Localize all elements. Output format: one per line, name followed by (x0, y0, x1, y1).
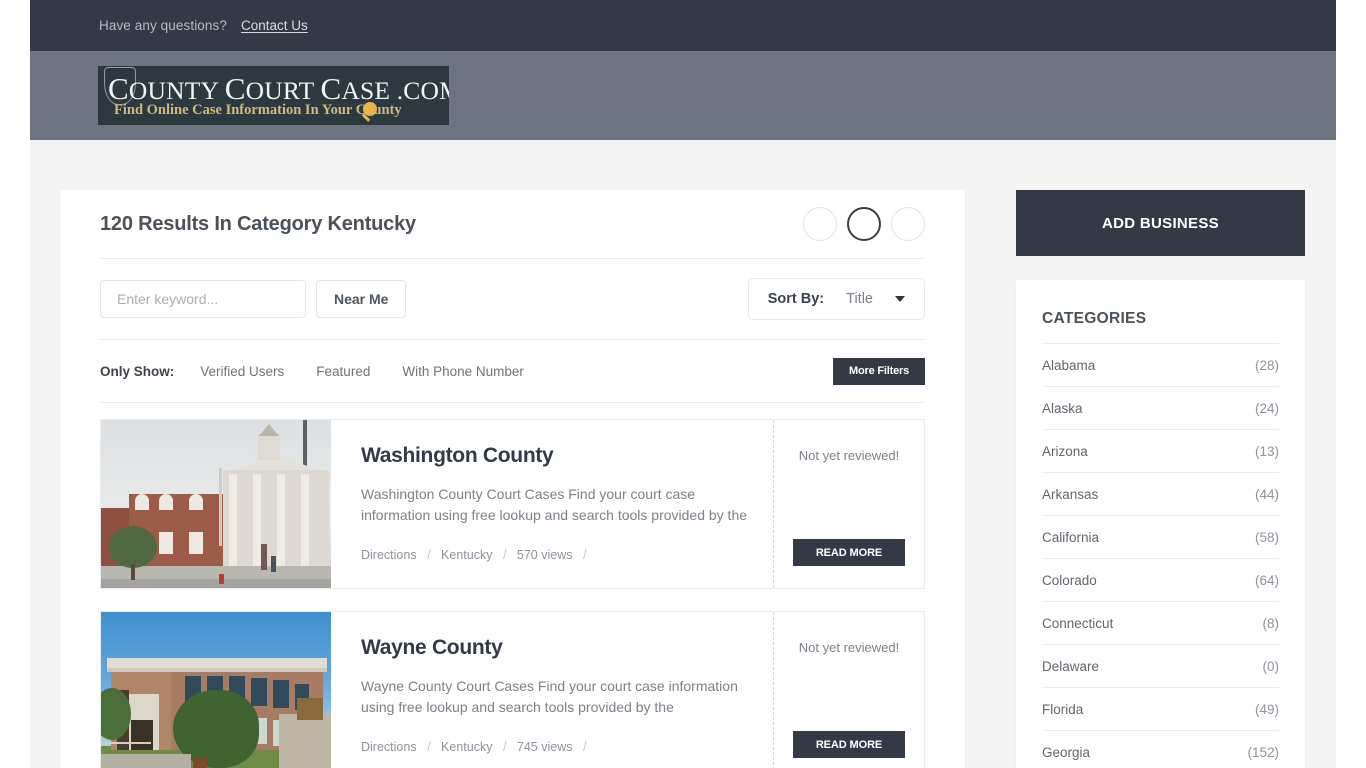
directions-link[interactable]: Directions (361, 548, 417, 562)
category-name: Alaska (1042, 400, 1083, 416)
near-me-button[interactable]: Near Me (316, 280, 407, 318)
results-panel: 120 Results In Category Kentucky Near Me… (60, 190, 965, 768)
category-name: Colorado (1042, 572, 1097, 588)
listing-description: Washington County Court Cases Find your … (361, 486, 748, 523)
site-header: COUNTY COURT CASE .COM Find Online Case … (30, 51, 1336, 140)
contact-us-link[interactable]: Contact Us (241, 18, 308, 33)
read-more-button[interactable]: READ MORE (793, 539, 905, 566)
sidebar-item-colorado[interactable]: Colorado (64) (1042, 559, 1279, 602)
results-header: 120 Results In Category Kentucky (100, 190, 925, 258)
filter-bar: Only Show: Verified Users Featured With … (100, 340, 925, 402)
listing-description: Wayne County Court Cases Find your court… (361, 678, 738, 715)
magnifier-icon (361, 102, 385, 122)
list-view-toggle[interactable] (847, 207, 881, 241)
sort-by-dropdown[interactable]: Sort By: Title (747, 278, 925, 320)
listing-thumbnail-image[interactable] (101, 612, 331, 768)
site-logo[interactable]: COUNTY COURT CASE .COM Find Online Case … (98, 66, 449, 125)
sort-by-label: Sort By: (767, 291, 825, 307)
listing-state[interactable]: Kentucky (441, 548, 492, 562)
category-count: (49) (1254, 701, 1279, 717)
sidebar-item-florida[interactable]: Florida (49) (1042, 688, 1279, 731)
category-count: (28) (1254, 357, 1279, 373)
category-name: Georgia (1042, 745, 1091, 760)
category-count: (8) (1262, 615, 1280, 631)
sort-by-value: Title (846, 291, 873, 307)
listing-views: 570 views (516, 548, 573, 562)
filter-with-phone-number[interactable]: With Phone Number (402, 364, 524, 379)
top-utility-bar: Have any questions? Contact Us (30, 0, 1336, 51)
listing-actions: Not yet reviewed! READ MORE (774, 612, 924, 768)
listing-content: Wayne County Wayne County Court Cases Fi… (331, 612, 774, 768)
category-count: (44) (1254, 486, 1279, 502)
listing-content: Washington County Washington County Cour… (331, 420, 774, 588)
search-input[interactable] (100, 280, 306, 318)
sidebar-item-connecticut[interactable]: Connecticut (8) (1042, 602, 1279, 645)
listings-list: Washington County Washington County Cour… (100, 403, 925, 768)
review-status: Not yet reviewed! (798, 640, 900, 655)
filter-verified-users[interactable]: Verified Users (200, 364, 284, 379)
map-view-toggle[interactable] (891, 207, 925, 241)
list-item[interactable]: Washington County Washington County Cour… (100, 419, 925, 589)
category-name: Alabama (1042, 357, 1096, 373)
categories-widget: CATEGORIES Alabama (28) Alaska (24) Ariz… (1016, 280, 1305, 768)
logo-tagline: Find Online Case Information In Your Cou… (114, 102, 402, 118)
categories-title: CATEGORIES (1042, 310, 1279, 344)
listing-actions: Not yet reviewed! READ MORE (774, 420, 924, 588)
sidebar-item-alabama[interactable]: Alabama (28) (1042, 344, 1279, 387)
list-item[interactable]: Wayne County Wayne County Court Cases Fi… (100, 611, 925, 768)
category-name: Florida (1042, 701, 1084, 717)
page-root: Have any questions? Contact Us COUNTY CO… (0, 0, 1366, 768)
category-name: California (1042, 529, 1100, 545)
listing-title[interactable]: Washington County (361, 444, 773, 468)
category-name: Arkansas (1042, 486, 1099, 502)
page-title: 120 Results In Category Kentucky (100, 212, 416, 235)
category-name: Arizona (1042, 443, 1088, 459)
sidebar-item-arkansas[interactable]: Arkansas (44) (1042, 473, 1279, 516)
sidebar-item-arizona[interactable]: Arizona (13) (1042, 430, 1279, 473)
grid-view-toggle[interactable] (803, 207, 837, 241)
listing-title[interactable]: Wayne County (361, 636, 773, 660)
sidebar-item-delaware[interactable]: Delaware (0) (1042, 645, 1279, 688)
chevron-down-icon (895, 296, 905, 302)
category-count: (24) (1254, 400, 1279, 416)
listing-state[interactable]: Kentucky (441, 740, 492, 754)
sidebar-item-alaska[interactable]: Alaska (24) (1042, 387, 1279, 430)
sidebar-item-georgia[interactable]: Georgia (152) (1042, 731, 1279, 768)
view-mode-toggles (803, 207, 925, 241)
read-more-button[interactable]: READ MORE (793, 731, 905, 758)
add-business-button[interactable]: ADD BUSINESS (1016, 190, 1305, 256)
listing-views: 745 views (516, 740, 573, 754)
listing-meta: Directions / Kentucky / 570 views / (361, 548, 587, 562)
listing-meta: Directions / Kentucky / 745 views / (361, 740, 587, 754)
category-count: (64) (1254, 572, 1279, 588)
sidebar: ADD BUSINESS CATEGORIES Alabama (28) Ala… (1016, 190, 1305, 768)
listing-thumbnail-image[interactable] (101, 420, 331, 588)
review-status: Not yet reviewed! (798, 448, 900, 463)
only-show-label: Only Show: (100, 363, 175, 379)
category-count: (152) (1247, 745, 1279, 760)
filter-featured[interactable]: Featured (316, 364, 370, 379)
directions-link[interactable]: Directions (361, 740, 417, 754)
topbar-content: Have any questions? Contact Us (99, 18, 308, 33)
category-name: Delaware (1042, 658, 1100, 674)
more-filters-button[interactable]: More Filters (833, 357, 925, 385)
category-name: Connecticut (1042, 615, 1114, 631)
search-bar: Near Me Sort By: Title (100, 259, 925, 339)
topbar-question-text: Have any questions? (99, 18, 227, 33)
sidebar-item-california[interactable]: California (58) (1042, 516, 1279, 559)
category-count: (58) (1254, 529, 1279, 545)
category-count: (13) (1254, 443, 1279, 459)
category-count: (0) (1262, 658, 1280, 674)
